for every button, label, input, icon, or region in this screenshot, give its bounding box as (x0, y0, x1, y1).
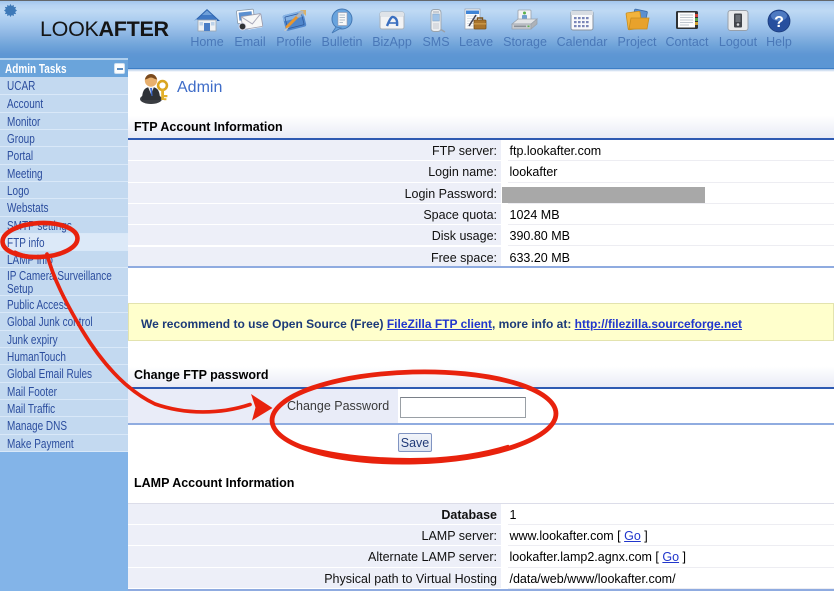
svg-text:?: ? (774, 14, 784, 31)
